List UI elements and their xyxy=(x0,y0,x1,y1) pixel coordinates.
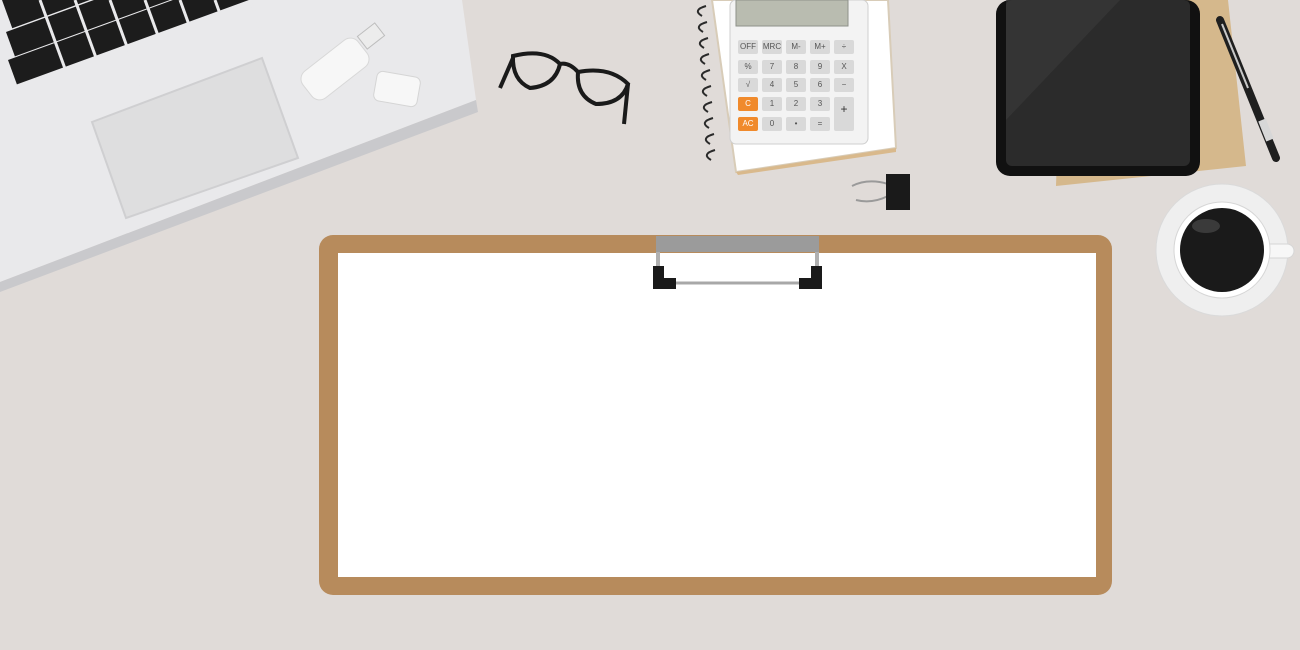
calc-key-label: M+ xyxy=(814,42,826,51)
calc-key-label: OFF xyxy=(740,42,756,51)
calc-key-label: MRC xyxy=(763,42,781,51)
calc-key-label: 2 xyxy=(794,99,799,108)
calc-key-label: M- xyxy=(791,42,801,51)
tablet-icon xyxy=(996,0,1246,186)
calc-key-label: 1 xyxy=(770,99,775,108)
calculator-display xyxy=(735,0,849,27)
desk-scene: OFF MRC M- M+ ÷ % 7 8 9 X √ 4 5 6 − C 1 … xyxy=(0,0,1300,650)
clipboard-clip-bar xyxy=(656,236,819,252)
calc-key-label: 0 xyxy=(770,119,775,128)
calc-key-label: X xyxy=(841,62,847,71)
calc-key-label: ÷ xyxy=(842,42,847,51)
calc-key-label: 8 xyxy=(794,62,799,71)
calc-key-label: C xyxy=(745,99,751,108)
clipboard-icon xyxy=(319,235,1112,595)
calc-key-label: 3 xyxy=(818,99,823,108)
calc-key-label: 9 xyxy=(818,62,823,71)
calc-key-label: 6 xyxy=(818,80,823,89)
calc-key-label: 4 xyxy=(770,80,775,89)
clipboard-paper xyxy=(338,253,1096,577)
calc-key-label: + xyxy=(840,102,847,116)
calc-key-label: 5 xyxy=(794,80,799,89)
calc-key-label: % xyxy=(744,62,751,71)
calc-key-label: = xyxy=(818,119,823,128)
calc-key-label: 7 xyxy=(770,62,775,71)
calc-key-label: AC xyxy=(742,119,753,128)
calc-key-label: − xyxy=(842,80,847,89)
calc-key-label: √ xyxy=(746,80,751,89)
calc-key-label: • xyxy=(795,119,798,128)
